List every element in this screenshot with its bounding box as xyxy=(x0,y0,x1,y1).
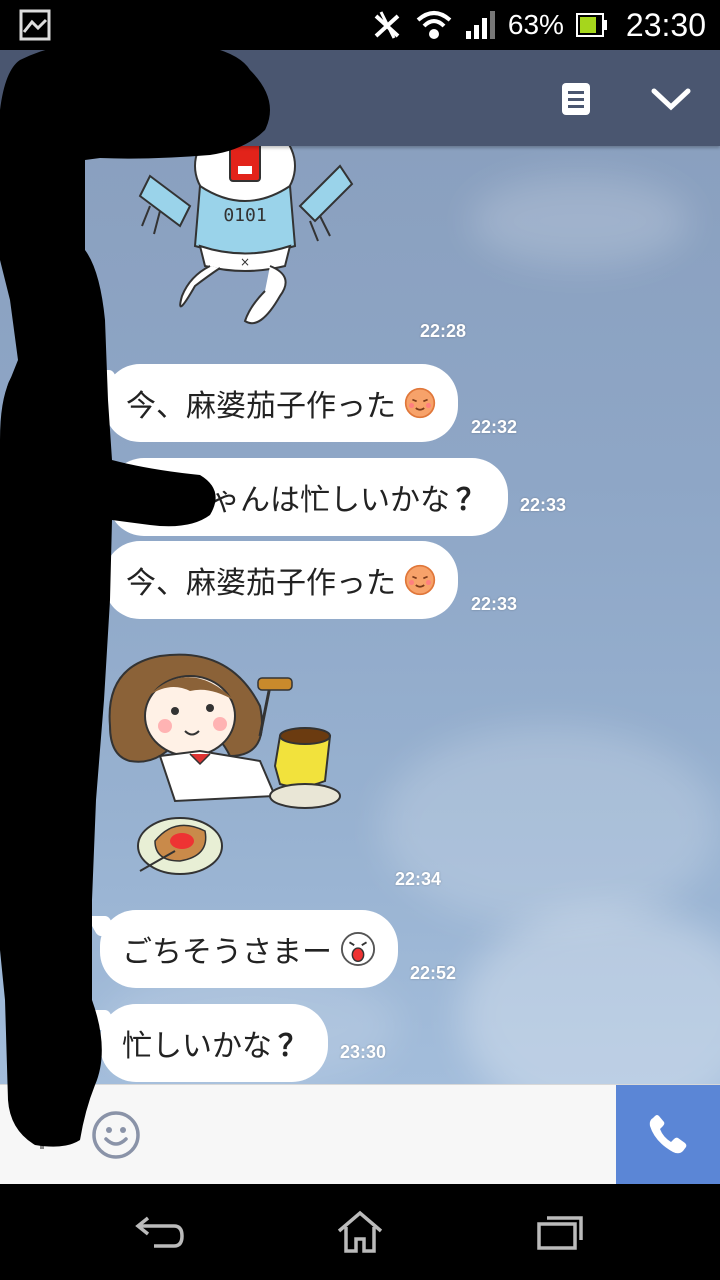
question-mark: ？ xyxy=(278,1029,308,1064)
message-text: 忙しいかな xyxy=(122,1029,272,1064)
emoji-icon[interactable] xyxy=(90,1109,142,1161)
message-bubble[interactable]: 今、麻婆茄子作った xyxy=(104,541,458,619)
message-text: ゃんは忙しいかな xyxy=(210,483,450,518)
status-bar: 63% 23:30 xyxy=(0,0,720,50)
message-text: 今、麻婆茄子作った xyxy=(126,389,396,424)
svg-text:×: × xyxy=(240,255,250,269)
question-mark: ？ xyxy=(456,483,486,518)
screenshot-icon xyxy=(19,9,51,41)
wifi-icon xyxy=(416,11,452,39)
call-icon xyxy=(649,1115,687,1154)
notes-button[interactable] xyxy=(553,76,599,122)
plus-icon[interactable] xyxy=(22,1115,62,1155)
message-bubble[interactable]: 今、麻婆茄子作った xyxy=(104,364,458,442)
message-time: 22:34 xyxy=(395,869,442,889)
message-time: 22:33 xyxy=(471,594,518,614)
message-time: 23:30 xyxy=(340,1042,387,1062)
yummy-face-emoji xyxy=(404,387,436,419)
back-button[interactable] xyxy=(130,1206,190,1258)
shocked-face-emoji xyxy=(340,931,376,967)
notes-icon xyxy=(562,83,590,115)
call-button[interactable] xyxy=(616,1085,720,1185)
message-time: 22:52 xyxy=(410,963,457,983)
message-bubble[interactable]: ゃんは忙しいかな ？ xyxy=(108,458,508,536)
message-bubble[interactable]: ごちそうさまー xyxy=(100,910,398,988)
chat-area[interactable]: 0101 × 22:28 今、麻婆茄子作った 22:32 ゃんは忙しいかな ？ … xyxy=(0,146,720,1084)
message-input-bar xyxy=(0,1084,720,1185)
message-text: ごちそうさまー xyxy=(122,935,332,970)
nav-bar xyxy=(0,1184,720,1280)
message-time: 22:33 xyxy=(520,495,567,515)
chat-header xyxy=(0,50,720,146)
back-icon xyxy=(135,1216,184,1248)
status-time: 23:30 xyxy=(625,6,706,43)
home-button[interactable] xyxy=(330,1206,390,1258)
message-time: 22:28 xyxy=(420,321,467,341)
girl-eating-toast-coffee-sticker[interactable] xyxy=(100,646,380,896)
signal-icon xyxy=(465,11,495,39)
yummy-face-emoji xyxy=(404,564,436,596)
message-text: 今、麻婆茄子作った xyxy=(126,566,396,601)
binary-shirt-character-sticker[interactable]: 0101 × xyxy=(120,146,370,336)
battery-icon xyxy=(575,13,607,37)
recent-apps-button[interactable] xyxy=(530,1206,590,1258)
message-time: 22:32 xyxy=(471,417,518,437)
collapse-button[interactable] xyxy=(648,76,694,122)
chevron-down-icon xyxy=(651,88,691,111)
message-bubble[interactable]: 忙しいかな ？ xyxy=(100,1004,328,1082)
home-icon xyxy=(337,1210,383,1253)
battery-percent: 63% xyxy=(507,9,564,40)
svg-text:0101: 0101 xyxy=(223,205,266,226)
recent-apps-icon xyxy=(537,1216,583,1250)
nfc-off-icon xyxy=(374,11,400,39)
